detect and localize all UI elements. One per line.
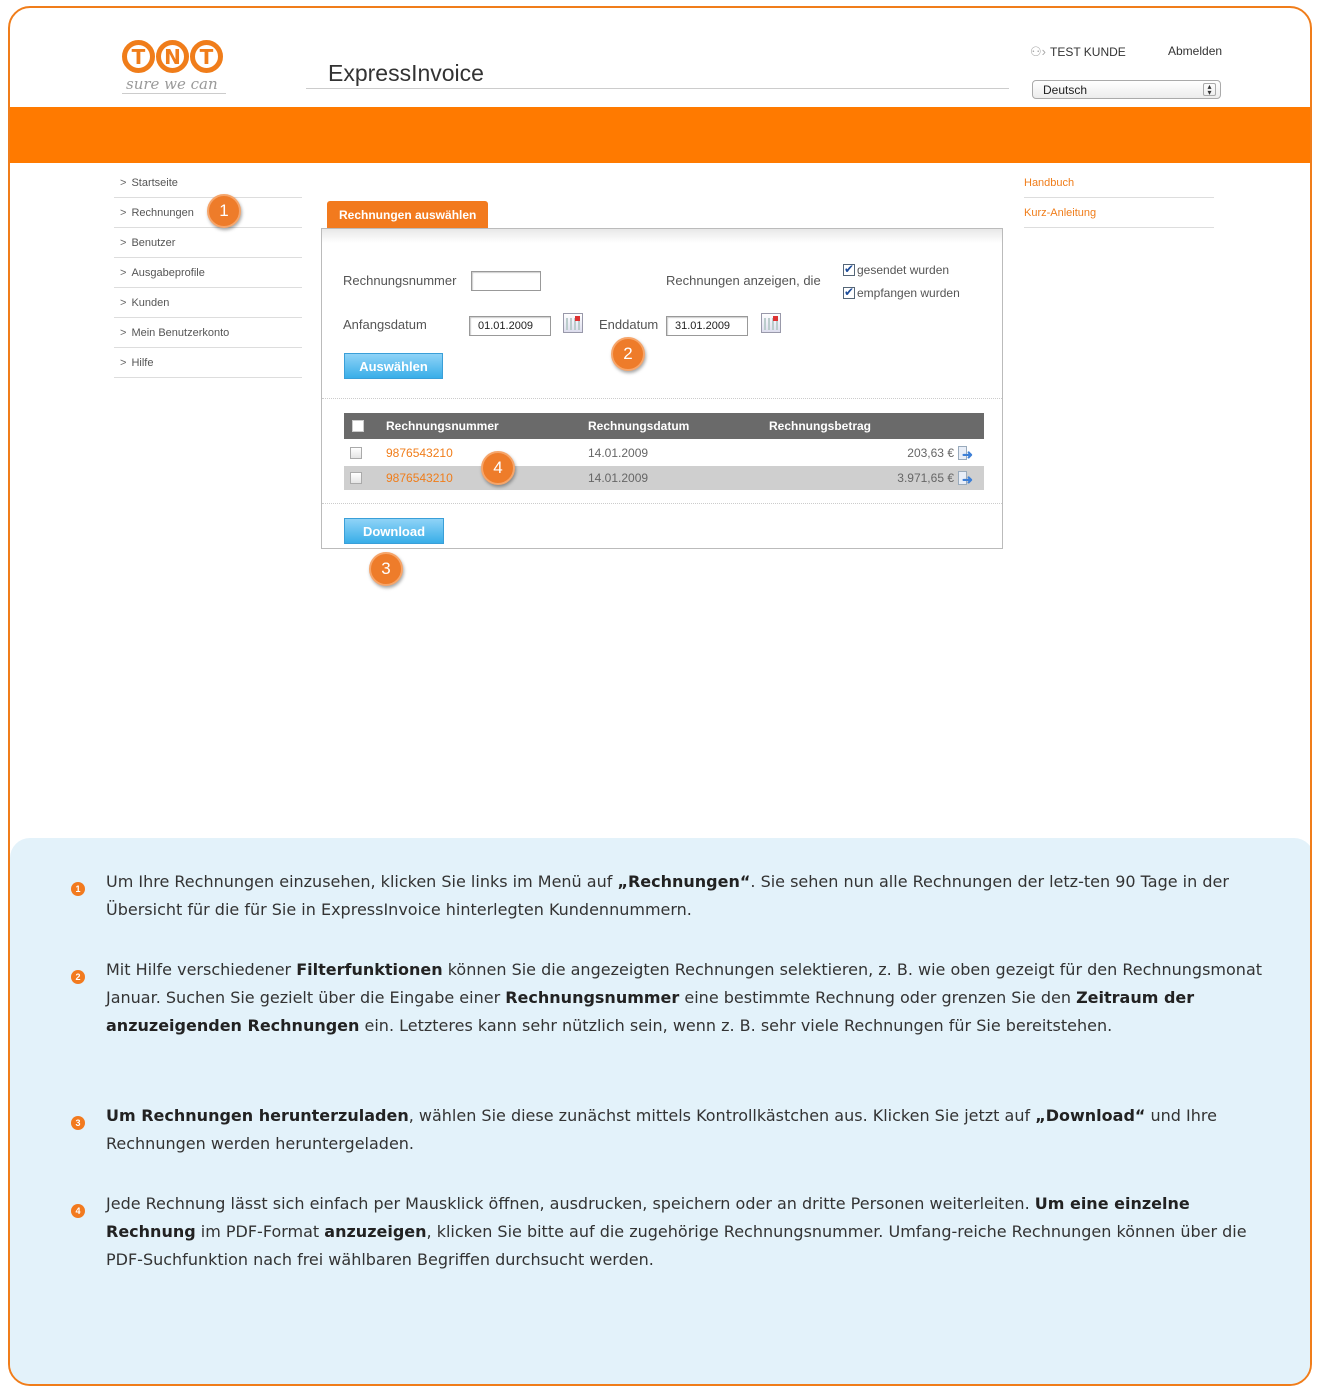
- open-invoice-icon[interactable]: ➜: [958, 446, 976, 462]
- callout-badge-3: 3: [369, 552, 403, 586]
- sidebar-item-kunden[interactable]: > Kunden: [114, 288, 302, 318]
- invoice-filter-panel: Rechnungsnummer Rechnungen anzeigen, die…: [321, 228, 1003, 549]
- chevron-right-icon: >: [120, 236, 127, 249]
- checkbox-icon: [352, 420, 364, 432]
- bullet-number: 4: [71, 1204, 85, 1218]
- auswaehlen-button[interactable]: Auswählen: [344, 353, 443, 379]
- sidebar-item-startseite[interactable]: > Startseite: [114, 168, 302, 198]
- logo-letter: N: [156, 40, 189, 73]
- download-button[interactable]: Download: [344, 518, 444, 544]
- invoice-number-label: Rechnungsnummer: [343, 273, 457, 288]
- open-invoice-icon[interactable]: ➜: [958, 471, 976, 487]
- invoice-date: 14.01.2009: [588, 446, 649, 460]
- show-invoices-label: Rechnungen anzeigen, die: [666, 273, 821, 288]
- received-label: empfangen wurden: [857, 286, 960, 300]
- invoice-number-link[interactable]: 9876543210: [386, 466, 453, 490]
- callout-badge-1: 1: [207, 194, 241, 228]
- start-date-input[interactable]: 01.01.2009: [469, 316, 551, 336]
- calendar-icon[interactable]: [761, 313, 781, 333]
- invoice-number-input[interactable]: [471, 271, 541, 291]
- instruction-paragraph: Mit Hilfe verschiedener Filterfunktionen…: [106, 960, 1263, 1035]
- orange-header-bar: [10, 107, 1310, 163]
- table-row: 9876543210 14.01.2009 203,63 € ➜: [344, 441, 984, 465]
- end-date-label: Enddatum: [599, 317, 659, 332]
- logo-letter: T: [122, 40, 155, 73]
- chevron-right-icon: >: [120, 266, 127, 279]
- sidebar-item-label: Startseite: [131, 176, 178, 189]
- help-links: Handbuch Kurz-Anleitung: [1024, 168, 1214, 228]
- column-header[interactable]: Rechnungsdatum: [588, 413, 689, 439]
- divider: [322, 398, 1002, 399]
- sidebar-item-benutzer[interactable]: > Benutzer: [114, 228, 302, 258]
- tab-rechnungen-auswaehlen[interactable]: Rechnungen auswählen: [327, 201, 489, 228]
- invoice-number-link[interactable]: 9876543210: [386, 441, 453, 465]
- chevron-right-icon: >: [120, 296, 127, 309]
- chevron-right-icon: >: [120, 326, 127, 339]
- sent-checkbox[interactable]: [843, 262, 855, 276]
- bullet-number: 1: [71, 882, 85, 896]
- received-checkbox[interactable]: [843, 285, 855, 299]
- sidebar-item-label: Ausgabeprofile: [131, 266, 205, 279]
- sidebar-item-label: Kunden: [131, 296, 170, 309]
- bullet-number: 2: [71, 970, 85, 984]
- sidebar-item-label: Benutzer: [131, 236, 176, 249]
- end-date-input[interactable]: 31.01.2009: [666, 316, 748, 336]
- chevron-right-icon: >: [120, 176, 127, 189]
- user-name: TEST KUNDE: [1049, 45, 1126, 59]
- bullet-number: 3: [71, 1116, 85, 1130]
- panel-header-gradient: [322, 229, 1002, 243]
- instruction-paragraph: Jede Rechnung lässt sich einfach per Mau…: [106, 1194, 1247, 1269]
- select-all-checkbox[interactable]: [352, 413, 364, 439]
- invoice-table-header: Rechnungsnummer Rechnungsdatum Rechnungs…: [344, 413, 984, 439]
- title-divider: [306, 88, 1009, 89]
- language-select[interactable]: Deutsch ▴ ▾: [1032, 80, 1221, 99]
- chevron-right-icon: >: [120, 206, 127, 219]
- calendar-icon[interactable]: [563, 313, 583, 333]
- select-arrows-icon: ▴ ▾: [1203, 83, 1216, 97]
- instruction-paragraph: Um Rechnungen herunterzuladen, wählen Si…: [106, 1106, 1217, 1153]
- handbuch-link[interactable]: Handbuch: [1024, 168, 1214, 198]
- column-header[interactable]: Rechnungsnummer: [386, 413, 499, 439]
- kurz-anleitung-link[interactable]: Kurz-Anleitung: [1024, 198, 1214, 228]
- user-info: ⚇› TEST KUNDE: [1030, 44, 1126, 60]
- sidebar-item-label: Rechnungen: [131, 206, 194, 219]
- tnt-logo[interactable]: T N T sure we can: [122, 40, 232, 104]
- sidebar-item-mein-benutzerkonto[interactable]: > Mein Benutzerkonto: [114, 318, 302, 348]
- received-option[interactable]: empfangen wurden: [843, 285, 960, 300]
- sidebar-item-label: Mein Benutzerkonto: [131, 326, 230, 339]
- column-header[interactable]: Rechnungsbetrag: [769, 413, 871, 439]
- callout-badge-2: 2: [611, 337, 645, 371]
- start-date-label: Anfangsdatum: [343, 317, 427, 332]
- sent-option[interactable]: gesendet wurden: [843, 262, 950, 277]
- instructions-box: 1 Um Ihre Rechnungen einzusehen, klicken…: [10, 838, 1310, 1384]
- sidebar-nav: > Startseite > Rechnungen > Benutzer > Ausga…: [114, 168, 302, 378]
- instruction-paragraph: Um Ihre Rechnungen einzusehen, klicken S…: [106, 872, 1229, 919]
- logo-letter: T: [190, 40, 223, 73]
- logout-link[interactable]: Abmelden: [1168, 44, 1222, 58]
- invoice-date: 14.01.2009: [588, 471, 649, 485]
- divider: [322, 503, 1002, 504]
- user-icon: ⚇›: [1030, 44, 1046, 59]
- invoice-amount: 203,63 €: [907, 446, 954, 460]
- row-checkbox[interactable]: [350, 472, 362, 484]
- app-title: ExpressInvoice: [328, 60, 484, 86]
- chevron-right-icon: >: [120, 356, 127, 369]
- language-value: Deutsch: [1043, 83, 1088, 97]
- sidebar-item-label: Hilfe: [131, 356, 154, 369]
- page-frame: T N T sure we can ExpressInvoice ⚇› TEST…: [8, 6, 1312, 1386]
- invoice-amount: 3.971,65 €: [897, 471, 954, 485]
- row-checkbox[interactable]: [350, 447, 362, 459]
- logo-slogan: sure we can: [122, 75, 226, 94]
- sent-label: gesendet wurden: [857, 263, 950, 277]
- sidebar-item-hilfe[interactable]: > Hilfe: [114, 348, 302, 378]
- table-row: 9876543210 14.01.2009 3.971,65 € ➜: [344, 466, 984, 490]
- callout-badge-4: 4: [481, 451, 515, 485]
- sidebar-item-ausgabeprofile[interactable]: > Ausgabeprofile: [114, 258, 302, 288]
